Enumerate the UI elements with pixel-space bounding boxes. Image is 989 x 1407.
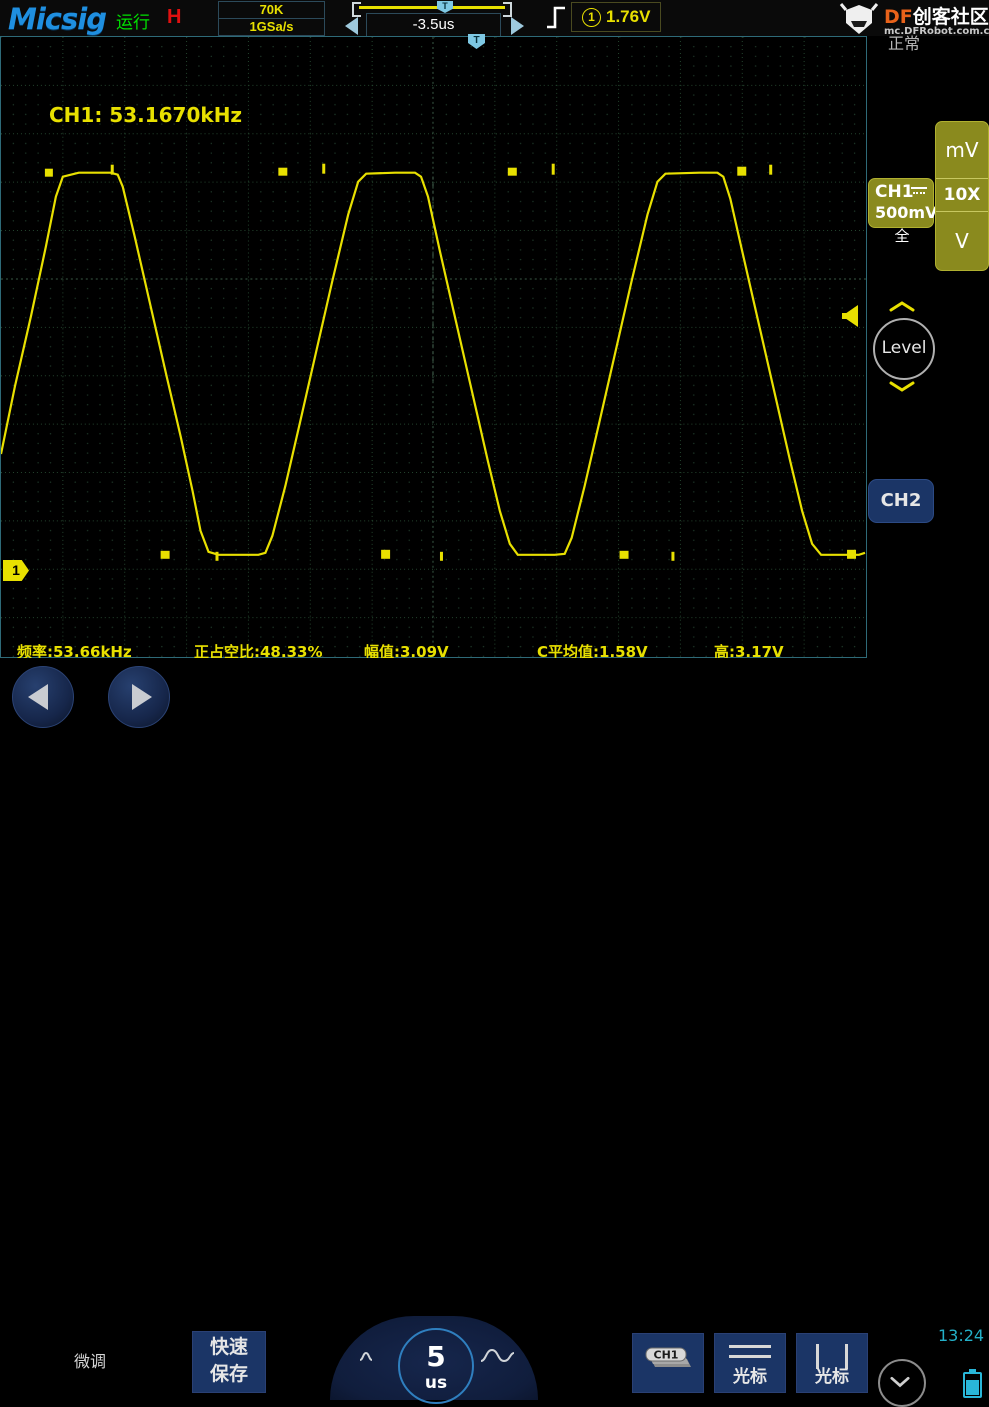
run-state-label[interactable]: 运行 (116, 8, 150, 33)
clock-label: 13:24 (938, 1326, 985, 1345)
fine-tune-prev-button[interactable] (12, 666, 74, 728)
fine-tune-label: 微调 (73, 1352, 106, 1371)
timebase-value-display[interactable]: 5 us (398, 1328, 474, 1404)
chevron-up-icon[interactable] (888, 300, 916, 312)
fine-tune-next-button[interactable] (108, 666, 170, 728)
oscilloscope-screen: Micsig 运行 H 70K 1GSa/s T -3.5us 1 1.76V (0, 0, 989, 1407)
channel1-scale-value: 500mV (875, 203, 938, 222)
small-wave-icon[interactable] (352, 1344, 392, 1370)
rising-edge-icon (547, 6, 565, 29)
partner-logo-text: DF创客社区 (884, 2, 989, 29)
bracket-right-icon (503, 2, 512, 17)
probe-ratio-button[interactable]: 10X (936, 179, 988, 212)
large-wave-icon[interactable] (478, 1344, 518, 1370)
bottom-toolbar: 微调 快速 保存 5 us CH1 光标 光标 13:24 (0, 658, 989, 1407)
horizontal-cursor-label: 光标 (733, 1367, 767, 1387)
sample-rate-value: 1GSa/s (249, 19, 294, 34)
vertical-cursor-button[interactable]: 光标 (796, 1333, 868, 1393)
trigger-position-flag[interactable]: T (437, 1, 453, 13)
timebase-control[interactable]: 5 us (330, 1316, 538, 1404)
time-position-bar[interactable]: T (352, 1, 512, 17)
timebase-value: 5 (426, 1340, 446, 1373)
channel-frequency-label: CH1: 53.1670kHz (49, 103, 243, 127)
channel1-settings-button[interactable]: CH1 500mV (868, 178, 938, 228)
arrow-left-icon (28, 684, 48, 710)
acquisition-status-label: 正常 (888, 34, 921, 53)
time-offset-increase-button[interactable] (511, 17, 524, 35)
time-offset-value[interactable]: -3.5us (366, 13, 501, 37)
dc-coupling-icon (911, 187, 927, 194)
waveform-trace (1, 163, 866, 561)
quick-save-line1: 快速 (209, 1336, 248, 1358)
time-offset-decrease-button[interactable] (345, 17, 358, 35)
df-robot-logo-icon (839, 3, 879, 34)
timebase-unit: us (424, 1373, 448, 1393)
unit-v-button[interactable]: V (936, 212, 988, 270)
battery-icon (963, 1369, 982, 1398)
quick-save-button[interactable]: 快速 保存 (192, 1331, 266, 1393)
waveform-display[interactable]: CH1: 53.1670kHz 1 频率:53.66kHz 正占空比:48.33… (0, 36, 867, 661)
trigger-level-value: 1.76V (606, 7, 651, 26)
top-status-bar: Micsig 运行 H 70K 1GSa/s T -3.5us 1 1.76V (0, 0, 989, 53)
channel2-button[interactable]: CH2 (868, 479, 934, 523)
quick-save-line2: 保存 (209, 1363, 248, 1385)
memory-depth-value: 70K (219, 2, 324, 19)
channel-select-button[interactable]: CH1 (632, 1333, 704, 1393)
chevron-down-icon[interactable] (888, 381, 916, 393)
vertical-cursor-label: 光标 (815, 1367, 849, 1387)
time-offset-control[interactable]: T -3.5us (340, 1, 529, 37)
channel-chip-icon: CH1 (645, 1347, 691, 1367)
chevron-down-icon (890, 1376, 910, 1388)
bracket-left-icon (352, 2, 361, 17)
trigger-level-arrow[interactable] (842, 305, 858, 327)
memory-sample-block[interactable]: 70K 1GSa/s (218, 1, 325, 36)
trigger-level-knob[interactable]: Level (873, 318, 935, 380)
channel1-label: CH1 (875, 182, 914, 202)
trigger-mode-flag: H (167, 6, 182, 28)
time-span-line (359, 6, 505, 9)
unit-mv-button[interactable]: mV (936, 122, 988, 179)
horizontal-cursor-button[interactable]: 光标 (714, 1333, 786, 1393)
trigger-level-block[interactable]: 1 1.76V (571, 2, 662, 32)
micsig-logo: Micsig (8, 2, 107, 36)
partner-logo-df: DF (884, 6, 913, 28)
vertical-unit-buttons[interactable]: mV 10X V (935, 121, 989, 271)
svg-text:CH1: CH1 (654, 1349, 679, 1362)
partner-logo-cn: 创客社区 (912, 6, 989, 28)
trigger-source-badge: 1 (582, 8, 601, 27)
collapse-toolbar-button[interactable] (878, 1359, 926, 1407)
arrow-right-icon (132, 684, 152, 710)
channel1-bandwidth-label: 全 (894, 227, 910, 245)
